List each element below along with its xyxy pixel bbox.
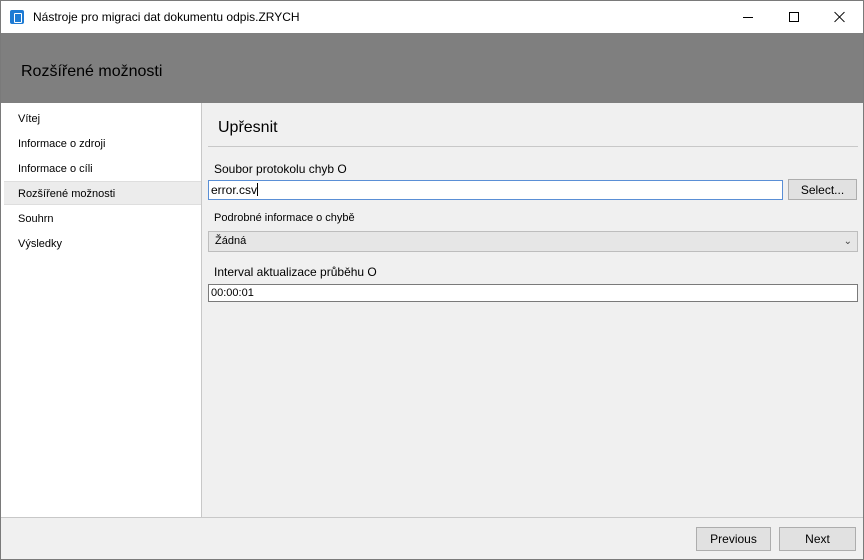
sidebar-item-results[interactable]: Výsledky: [4, 232, 201, 256]
maximize-button[interactable]: [771, 1, 817, 33]
error-details-select[interactable]: Žádná ⌄: [208, 231, 858, 252]
page-title: Rozšířené možnosti: [21, 63, 163, 80]
wizard-steps-sidebar: Vítej Informace o zdroji Informace o cíl…: [1, 103, 202, 517]
title-bar[interactable]: Nástroje pro migraci dat dokumentu odpis…: [1, 1, 863, 33]
error-log-label: Soubor protokolu chyb O: [214, 162, 347, 176]
sidebar-item-welcome[interactable]: Vítej: [4, 107, 201, 131]
previous-button[interactable]: Previous: [696, 527, 771, 551]
app-icon: [10, 10, 24, 24]
close-button[interactable]: [817, 1, 863, 33]
section-divider: [208, 146, 858, 147]
error-log-input[interactable]: error.csv: [208, 180, 783, 200]
minimize-button[interactable]: [725, 1, 771, 33]
sidebar-item-target-info[interactable]: Informace o cíli: [4, 157, 201, 181]
wizard-window: Nástroje pro migraci dat dokumentu odpis…: [0, 0, 864, 560]
error-log-value: error.csv: [211, 183, 258, 197]
sidebar-item-advanced-options[interactable]: Rozšířené možnosti: [4, 181, 201, 205]
sidebar-item-source-info[interactable]: Informace o zdroji: [4, 132, 201, 156]
main-content: Upřesnit Soubor protokolu chyb O error.c…: [203, 103, 863, 517]
sidebar-item-summary[interactable]: Souhrn: [4, 207, 201, 231]
minimize-icon: [743, 16, 753, 18]
error-details-value: Žádná: [215, 235, 247, 247]
window-title: Nástroje pro migraci dat dokumentu odpis…: [33, 10, 300, 24]
progress-interval-input[interactable]: 00:00:01: [208, 284, 858, 302]
text-caret: [257, 183, 259, 196]
progress-interval-label: Interval aktualizace průběhu O: [214, 265, 377, 279]
wizard-footer: Previous Next: [1, 517, 863, 559]
maximize-icon: [789, 12, 799, 22]
section-title: Upřesnit: [218, 119, 278, 136]
select-file-button[interactable]: Select...: [788, 179, 857, 200]
page-header: Rozšířené možnosti: [1, 33, 863, 103]
error-details-label: Podrobné informace o chybě: [214, 212, 355, 224]
chevron-down-icon: ⌄: [843, 236, 852, 247]
next-button[interactable]: Next: [779, 527, 856, 551]
close-icon: [834, 11, 846, 23]
